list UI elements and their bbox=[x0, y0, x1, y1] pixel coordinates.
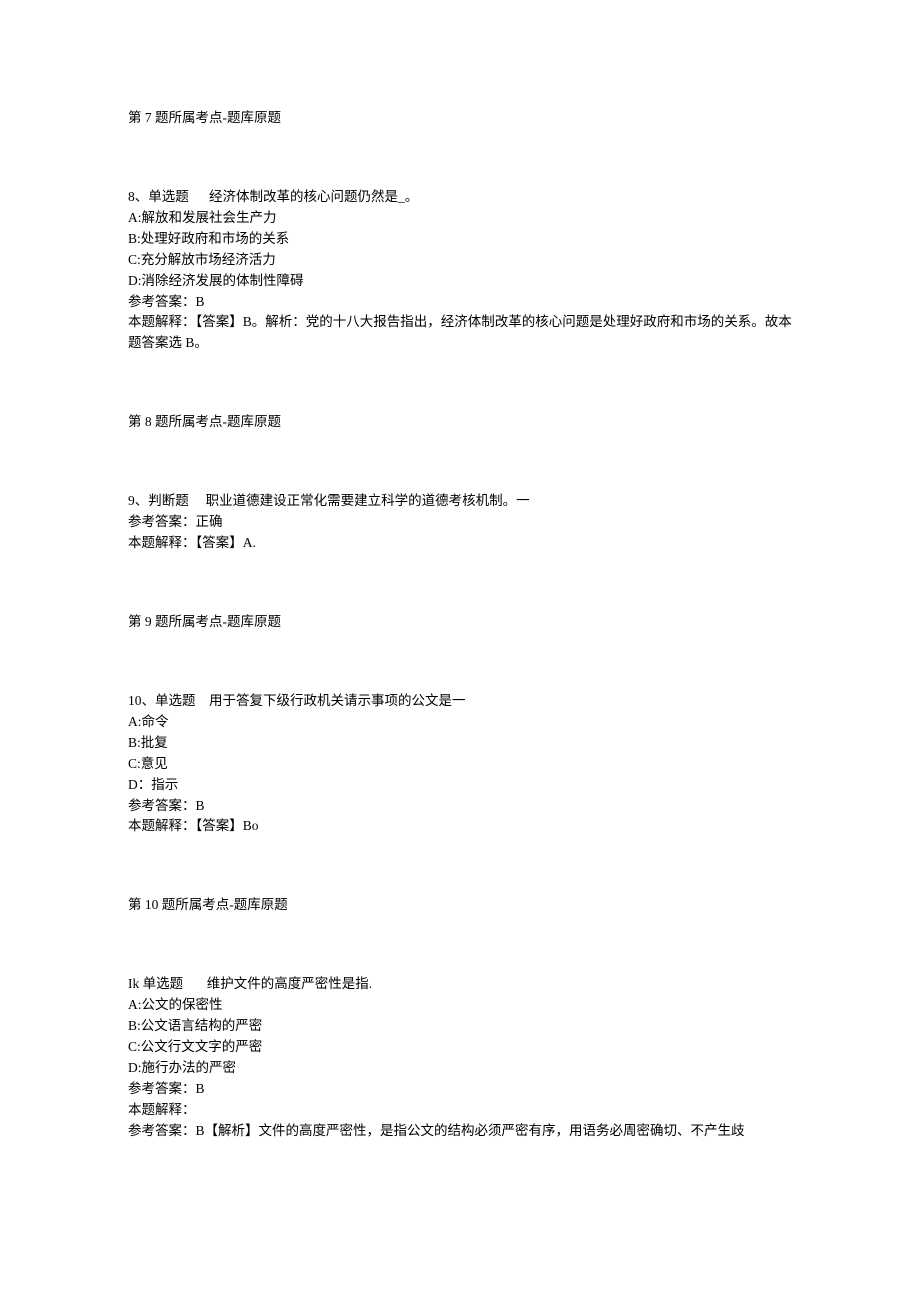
q10-option-c: C:意见 bbox=[128, 754, 792, 775]
q8-option-b: B:处理好政府和市场的关系 bbox=[128, 229, 792, 250]
q8-num: 8、单选题 bbox=[128, 189, 189, 204]
q7-source: 第 7 题所属考点-题库原题 bbox=[128, 108, 792, 129]
q11-option-d: D:施行办法的严密 bbox=[128, 1058, 792, 1079]
q10-explanation: 本题解释：【答案】Bo bbox=[128, 816, 792, 837]
q8-source: 第 8 题所属考点-题库原题 bbox=[128, 412, 792, 433]
q11-explanation-label: 本题解释： bbox=[128, 1100, 792, 1121]
q11-block: Ik 单选题 维护文件的高度严密性是指. A:公文的保密性 B:公文语言结构的严… bbox=[128, 974, 792, 1141]
q9-num: 9、判断题 bbox=[128, 493, 189, 508]
q11-option-b: B:公文语言结构的严密 bbox=[128, 1016, 792, 1037]
q8-text: 经济体制改革的核心问题仍然是_。 bbox=[209, 189, 418, 204]
q11-option-c: C:公文行文文字的严密 bbox=[128, 1037, 792, 1058]
document-page: 第 7 题所属考点-题库原题 8、单选题 经济体制改革的核心问题仍然是_。 A:… bbox=[0, 0, 920, 1202]
q11-num: Ik 单选题 bbox=[128, 976, 183, 991]
q8-option-a: A:解放和发展社会生产力 bbox=[128, 208, 792, 229]
q10-text: 用于答复下级行政机关请示事项的公文是一 bbox=[209, 693, 466, 708]
q10-source: 第 10 题所属考点-题库原题 bbox=[128, 895, 792, 916]
q8-explanation: 本题解释：【答案】B。解析：党的十八大报告指出，经济体制改革的核心问题是处理好政… bbox=[128, 312, 792, 354]
q10-option-a: A:命令 bbox=[128, 712, 792, 733]
q8-block: 8、单选题 经济体制改革的核心问题仍然是_。 A:解放和发展社会生产力 B:处理… bbox=[128, 187, 792, 354]
q8-answer: 参考答案：B bbox=[128, 292, 792, 313]
q9-header: 9、判断题 职业道德建设正常化需要建立科学的道德考核机制。一 bbox=[128, 491, 792, 512]
q10-option-d: D：指示 bbox=[128, 775, 792, 796]
q10-num: 10、单选题 bbox=[128, 693, 196, 708]
q11-header: Ik 单选题 维护文件的高度严密性是指. bbox=[128, 974, 792, 995]
q9-explanation: 本题解释：【答案】A. bbox=[128, 533, 792, 554]
q9-text: 职业道德建设正常化需要建立科学的道德考核机制。一 bbox=[206, 493, 530, 508]
q8-header: 8、单选题 经济体制改革的核心问题仍然是_。 bbox=[128, 187, 792, 208]
q10-option-b: B:批复 bbox=[128, 733, 792, 754]
q11-explanation-text: 参考答案：B【解析】文件的高度严密性，是指公文的结构必须严密有序，用语务必周密确… bbox=[128, 1121, 792, 1142]
q10-block: 10、单选题 用于答复下级行政机关请示事项的公文是一 A:命令 B:批复 C:意… bbox=[128, 691, 792, 837]
q10-answer: 参考答案：B bbox=[128, 796, 792, 817]
q8-option-c: C:充分解放市场经济活力 bbox=[128, 250, 792, 271]
q11-answer: 参考答案：B bbox=[128, 1079, 792, 1100]
q9-block: 9、判断题 职业道德建设正常化需要建立科学的道德考核机制。一 参考答案：正确 本… bbox=[128, 491, 792, 554]
q9-answer: 参考答案：正确 bbox=[128, 512, 792, 533]
q11-option-a: A:公文的保密性 bbox=[128, 995, 792, 1016]
q10-header: 10、单选题 用于答复下级行政机关请示事项的公文是一 bbox=[128, 691, 792, 712]
q9-source: 第 9 题所属考点-题库原题 bbox=[128, 612, 792, 633]
q11-text: 维护文件的高度严密性是指. bbox=[207, 976, 372, 991]
q8-option-d: D:消除经济发展的体制性障碍 bbox=[128, 271, 792, 292]
